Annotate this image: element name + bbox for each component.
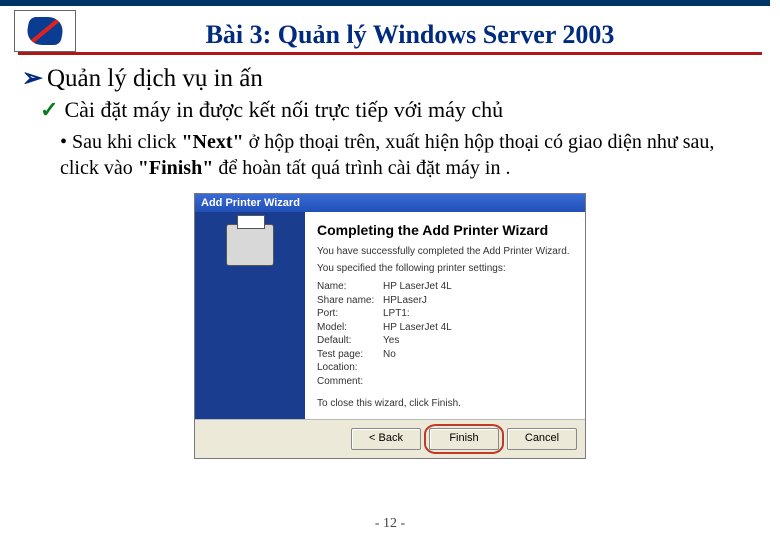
logo bbox=[14, 10, 76, 52]
check-icon: ✓ bbox=[40, 97, 58, 122]
dialog-sidebar bbox=[195, 212, 305, 419]
header-accent bbox=[0, 0, 770, 6]
add-printer-dialog: Add Printer Wizard Completing the Add Pr… bbox=[194, 193, 586, 459]
kv-share: Share name:HPLaserJ bbox=[317, 294, 573, 308]
kv-name: Name:HP LaserJet 4L bbox=[317, 280, 573, 294]
dialog-close-text: To close this wizard, click Finish. bbox=[317, 398, 573, 409]
dialog-line1: You have successfully completed the Add … bbox=[317, 246, 573, 257]
title-underline bbox=[18, 52, 762, 55]
page-title: Bài 3: Quản lý Windows Server 2003 bbox=[0, 20, 780, 50]
body-finish-quote: "Finish" bbox=[138, 157, 214, 179]
kv-test: Test page:No bbox=[317, 348, 573, 362]
dialog-line2: You specified the following printer sett… bbox=[317, 263, 573, 274]
kv-default: Default:Yes bbox=[317, 334, 573, 348]
printer-icon bbox=[226, 224, 274, 266]
kv-port: Port:LPT1: bbox=[317, 307, 573, 321]
logo-graphic bbox=[24, 17, 66, 45]
back-button[interactable]: < Back bbox=[351, 428, 421, 450]
cancel-button[interactable]: Cancel bbox=[507, 428, 577, 450]
kv-model: Model:HP LaserJet 4L bbox=[317, 321, 573, 335]
body-paragraph: • Sau khi click "Next" ở hộp thoại trên,… bbox=[60, 129, 740, 181]
section-sub-text: Cài đặt máy in được kết nối trực tiếp vớ… bbox=[64, 97, 503, 122]
arrow-icon: ➢ bbox=[22, 65, 43, 92]
page-number: - 12 - bbox=[0, 516, 780, 532]
section-sub: ✓Cài đặt máy in được kết nối trực tiếp v… bbox=[40, 97, 780, 123]
section-heading-text: Quản lý dịch vụ in ấn bbox=[47, 65, 263, 92]
dialog-button-row: < Back Finish Cancel bbox=[195, 419, 585, 458]
section-heading: ➢Quản lý dịch vụ in ấn bbox=[22, 63, 760, 93]
finish-button[interactable]: Finish bbox=[429, 428, 499, 450]
body-next-quote: "Next" bbox=[181, 131, 243, 153]
body-prefix: • Sau khi click bbox=[60, 131, 181, 153]
kv-location: Location: bbox=[317, 361, 573, 375]
kv-comment: Comment: bbox=[317, 375, 573, 389]
dialog-titlebar: Add Printer Wizard bbox=[195, 194, 585, 212]
dialog-heading: Completing the Add Printer Wizard bbox=[317, 222, 573, 238]
dialog-main: Completing the Add Printer Wizard You ha… bbox=[305, 212, 585, 419]
dialog-body: Completing the Add Printer Wizard You ha… bbox=[195, 212, 585, 419]
body-suffix: để hoàn tất quá trình cài đặt máy in . bbox=[213, 157, 510, 179]
